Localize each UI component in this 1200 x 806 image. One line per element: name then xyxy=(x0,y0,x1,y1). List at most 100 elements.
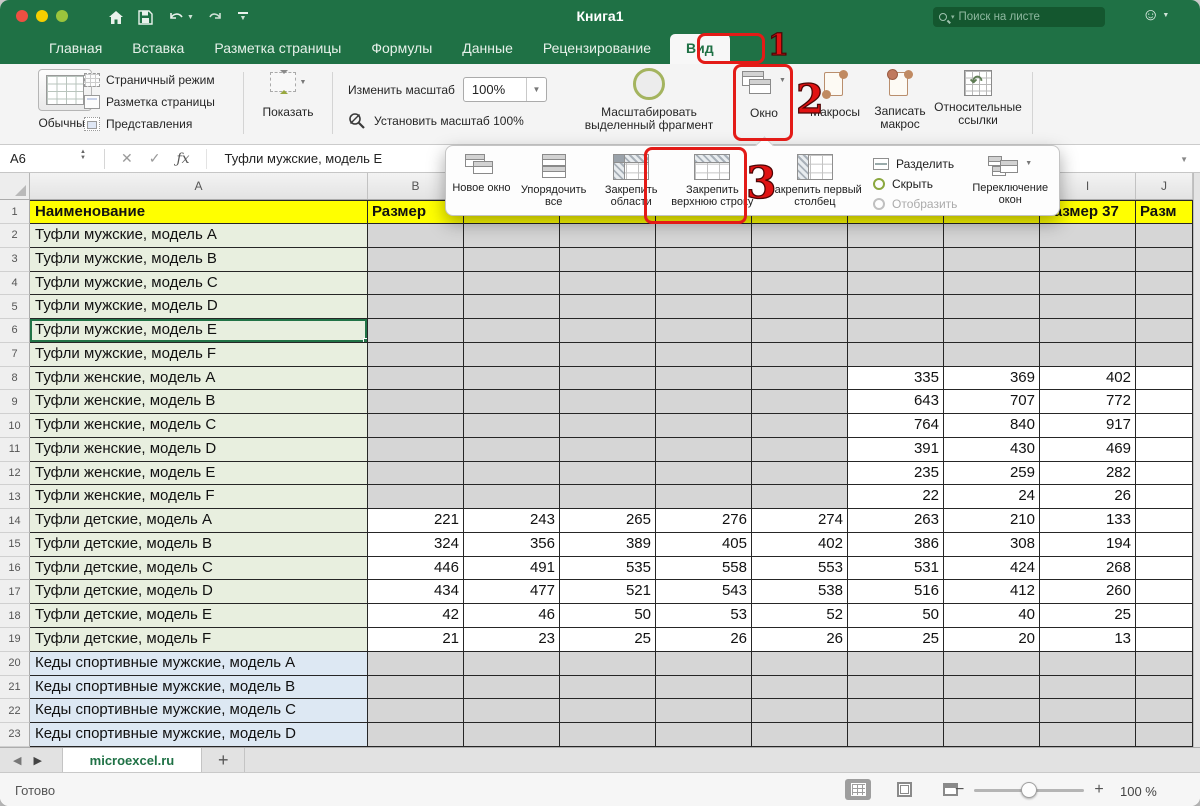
tab-Главная[interactable]: Главная xyxy=(38,34,113,64)
row-header-20[interactable]: 20 xyxy=(0,652,30,676)
cell-C13[interactable] xyxy=(464,485,560,509)
row-header-13[interactable]: 13 xyxy=(0,485,30,509)
cell-E11[interactable] xyxy=(656,438,752,462)
cell-G6[interactable] xyxy=(848,319,944,343)
cell-B14[interactable]: 221 xyxy=(368,509,464,533)
cell-D23[interactable] xyxy=(560,723,656,747)
cell-A2[interactable]: Туфли мужские, модель A xyxy=(30,224,368,248)
cell-D16[interactable]: 535 xyxy=(560,557,656,581)
cell-D18[interactable]: 50 xyxy=(560,604,656,628)
cell-D21[interactable] xyxy=(560,676,656,700)
tab-Данные[interactable]: Данные xyxy=(451,34,524,64)
cell-B18[interactable]: 42 xyxy=(368,604,464,628)
cell-C15[interactable]: 356 xyxy=(464,533,560,557)
cell-A17[interactable]: Туфли детские, модель D xyxy=(30,580,368,604)
cell-A13[interactable]: Туфли женские, модель F xyxy=(30,485,368,509)
cell-J19[interactable] xyxy=(1136,628,1193,652)
cell-A20[interactable]: Кеды спортивные мужские, модель A xyxy=(30,652,368,676)
cell-B10[interactable] xyxy=(368,414,464,438)
cell-E15[interactable]: 405 xyxy=(656,533,752,557)
window-menu-button[interactable]: ▼ Окно xyxy=(735,71,793,120)
cell-E3[interactable] xyxy=(656,248,752,272)
cell-J20[interactable] xyxy=(1136,652,1193,676)
cell-G9[interactable]: 643 xyxy=(848,390,944,414)
cell-I2[interactable] xyxy=(1040,224,1136,248)
cell-E7[interactable] xyxy=(656,343,752,367)
select-all-corner[interactable] xyxy=(0,173,30,199)
cell-C11[interactable] xyxy=(464,438,560,462)
custom-views-button[interactable]: Представления xyxy=(84,115,215,133)
cell-F17[interactable]: 538 xyxy=(752,580,848,604)
cell-J4[interactable] xyxy=(1136,272,1193,296)
row-header-23[interactable]: 23 xyxy=(0,723,30,747)
cell-F18[interactable]: 52 xyxy=(752,604,848,628)
row-header-17[interactable]: 17 xyxy=(0,580,30,604)
cell-I14[interactable]: 133 xyxy=(1040,509,1136,533)
cell-C5[interactable] xyxy=(464,295,560,319)
menu-item-freeze-first-column[interactable]: Закрепить первый столбец xyxy=(767,152,863,208)
cell-C7[interactable] xyxy=(464,343,560,367)
cell-G12[interactable]: 235 xyxy=(848,462,944,486)
cell-G8[interactable]: 335 xyxy=(848,367,944,391)
cell-F6[interactable] xyxy=(752,319,848,343)
cell-H5[interactable] xyxy=(944,295,1040,319)
cell-H20[interactable] xyxy=(944,652,1040,676)
cell-H18[interactable]: 40 xyxy=(944,604,1040,628)
cell-B22[interactable] xyxy=(368,699,464,723)
cell-H23[interactable] xyxy=(944,723,1040,747)
cell-D15[interactable]: 389 xyxy=(560,533,656,557)
normal-view-toggle[interactable] xyxy=(845,779,871,800)
cell-D5[interactable] xyxy=(560,295,656,319)
add-sheet-button[interactable]: + xyxy=(218,750,229,771)
cell-A22[interactable]: Кеды спортивные мужские, модель C xyxy=(30,699,368,723)
row-header-1[interactable]: 1 xyxy=(0,200,30,224)
cell-J1[interactable]: Разм xyxy=(1136,200,1193,224)
cell-J9[interactable] xyxy=(1136,390,1193,414)
menu-item-hide[interactable]: Скрыть xyxy=(873,175,957,192)
row-header-10[interactable]: 10 xyxy=(0,414,30,438)
relative-references-button[interactable]: Относительные ссылки xyxy=(938,70,1018,127)
cell-E21[interactable] xyxy=(656,676,752,700)
cell-E20[interactable] xyxy=(656,652,752,676)
cell-C12[interactable] xyxy=(464,462,560,486)
name-box-spinner[interactable]: ▲▼ xyxy=(80,149,86,161)
cell-J7[interactable] xyxy=(1136,343,1193,367)
cell-E17[interactable]: 543 xyxy=(656,580,752,604)
cell-F8[interactable] xyxy=(752,367,848,391)
menu-item-switch-windows[interactable]: ▼ Переключение окон xyxy=(967,152,1053,206)
tab-Формулы[interactable]: Формулы xyxy=(360,34,443,64)
cell-E6[interactable] xyxy=(656,319,752,343)
cell-H22[interactable] xyxy=(944,699,1040,723)
cell-J22[interactable] xyxy=(1136,699,1193,723)
row-header-21[interactable]: 21 xyxy=(0,676,30,700)
cell-E12[interactable] xyxy=(656,462,752,486)
cell-F23[interactable] xyxy=(752,723,848,747)
cell-A7[interactable]: Туфли мужские, модель F xyxy=(30,343,368,367)
cell-H10[interactable]: 840 xyxy=(944,414,1040,438)
tab-Рецензирование[interactable]: Рецензирование xyxy=(532,34,662,64)
cell-A1[interactable]: Наименование xyxy=(30,200,368,224)
cell-I15[interactable]: 194 xyxy=(1040,533,1136,557)
cell-G10[interactable]: 764 xyxy=(848,414,944,438)
cell-I8[interactable]: 402 xyxy=(1040,367,1136,391)
cell-B4[interactable] xyxy=(368,272,464,296)
cell-I3[interactable] xyxy=(1040,248,1136,272)
cell-J14[interactable] xyxy=(1136,509,1193,533)
column-header-J[interactable]: J xyxy=(1136,173,1193,199)
cell-D10[interactable] xyxy=(560,414,656,438)
cell-G16[interactable]: 531 xyxy=(848,557,944,581)
cell-A23[interactable]: Кеды спортивные мужские, модель D xyxy=(30,723,368,747)
record-macro-button[interactable]: Записать макрос xyxy=(864,69,936,131)
cell-J13[interactable] xyxy=(1136,485,1193,509)
cell-A21[interactable]: Кеды спортивные мужские, модель B xyxy=(30,676,368,700)
zoom-slider[interactable] xyxy=(974,789,1084,792)
cell-D4[interactable] xyxy=(560,272,656,296)
cell-B15[interactable]: 324 xyxy=(368,533,464,557)
cell-A11[interactable]: Туфли женские, модель D xyxy=(30,438,368,462)
cell-F5[interactable] xyxy=(752,295,848,319)
cell-E16[interactable]: 558 xyxy=(656,557,752,581)
cell-F16[interactable]: 553 xyxy=(752,557,848,581)
cell-G15[interactable]: 386 xyxy=(848,533,944,557)
zoom-to-selection-button[interactable]: Масштабировать выделенный фрагмент xyxy=(565,68,733,132)
cell-E5[interactable] xyxy=(656,295,752,319)
